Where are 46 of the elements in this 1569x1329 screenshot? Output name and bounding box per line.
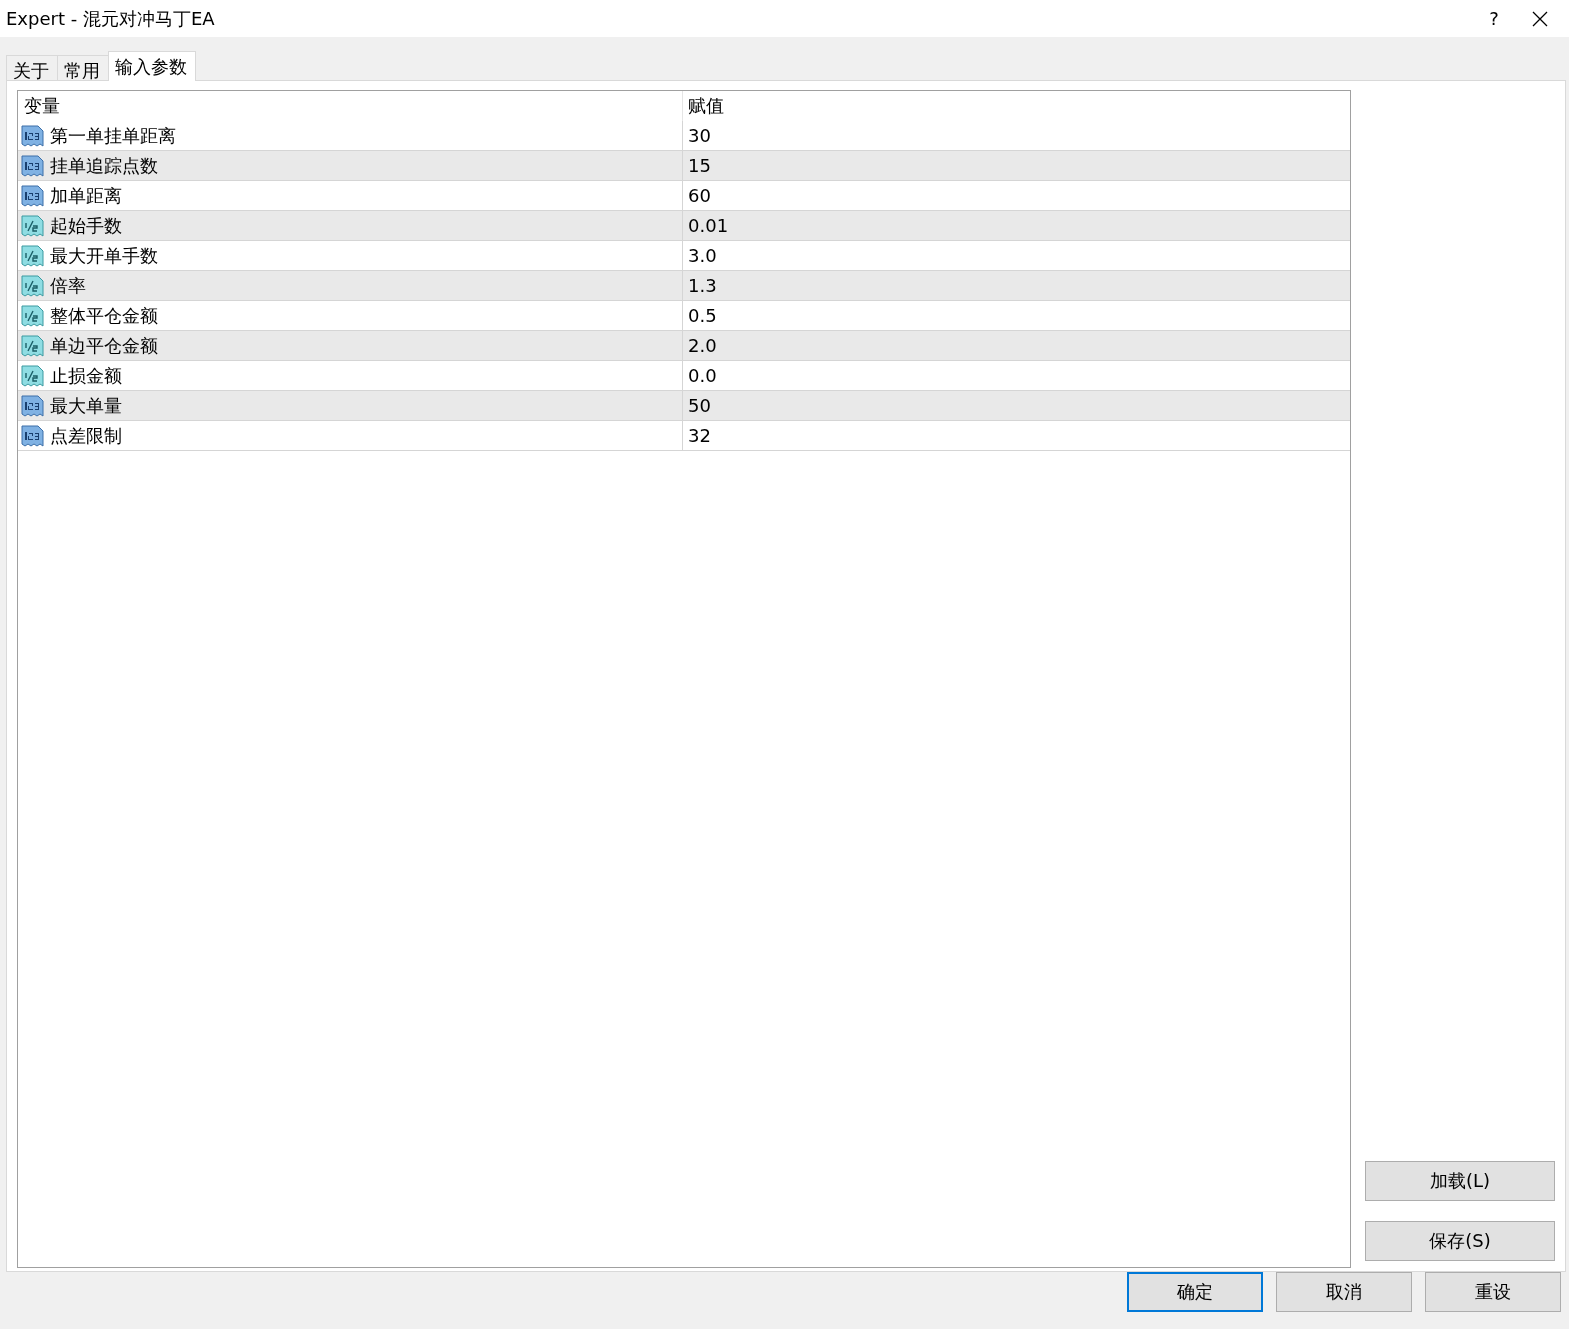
side-button[interactable]: 保存(S)	[1365, 1221, 1555, 1261]
column-header: 变量	[24, 94, 60, 118]
variable-name: 最大单量	[50, 393, 122, 418]
variable-name: 加单距离	[50, 183, 122, 208]
dialog-button[interactable]: 确定	[1127, 1272, 1263, 1312]
variable-name: 最大开单手数	[50, 243, 158, 268]
variable-name: 起始手数	[50, 213, 122, 238]
dialog-button[interactable]: 重设	[1425, 1272, 1561, 1312]
variable-value[interactable]: 0.0	[688, 365, 717, 386]
integer-type-icon	[20, 393, 45, 418]
window-title: Expert - 混元对冲马丁EA	[6, 6, 216, 31]
variable-name: 止损金额	[50, 363, 122, 388]
integer-type-icon	[20, 183, 45, 208]
variable-value[interactable]: 32	[688, 425, 711, 446]
variable-name: 第一单挂单距离	[50, 123, 176, 148]
variable-name: 点差限制	[50, 423, 122, 448]
fraction-type-icon	[20, 303, 45, 328]
tab[interactable]: 常用	[57, 55, 109, 80]
variable-value[interactable]: 2.0	[688, 335, 717, 356]
variable-value[interactable]: 0.01	[688, 215, 729, 236]
integer-type-icon	[20, 123, 45, 148]
variable-value[interactable]: 1.3	[688, 275, 717, 296]
variable-name: 单边平仓金额	[50, 333, 158, 358]
fraction-type-icon	[20, 243, 45, 268]
side-button[interactable]: 加载(L)	[1365, 1161, 1555, 1201]
variable-value[interactable]: 60	[688, 185, 711, 206]
fraction-type-icon	[20, 363, 45, 388]
variable-name: 整体平仓金额	[50, 303, 158, 328]
variable-value[interactable]: 50	[688, 395, 711, 416]
fraction-type-icon	[20, 213, 45, 238]
variable-value[interactable]: 0.5	[688, 305, 717, 326]
integer-type-icon	[20, 153, 45, 178]
fraction-type-icon	[20, 273, 45, 298]
help-button[interactable]: ?	[1469, 7, 1519, 30]
close-icon[interactable]	[1531, 9, 1549, 28]
variable-value[interactable]: 15	[688, 155, 711, 176]
integer-type-icon	[20, 423, 45, 448]
fraction-type-icon	[20, 333, 45, 358]
variable-name: 倍率	[50, 273, 86, 298]
tab[interactable]: 关于	[6, 55, 58, 80]
variable-value[interactable]: 30	[688, 125, 711, 146]
variable-value[interactable]: 3.0	[688, 245, 717, 266]
variable-name: 挂单追踪点数	[50, 153, 158, 178]
tab[interactable]: 输入参数	[108, 51, 196, 81]
dialog-button[interactable]: 取消	[1276, 1272, 1412, 1312]
column-header: 赋值	[688, 94, 724, 118]
